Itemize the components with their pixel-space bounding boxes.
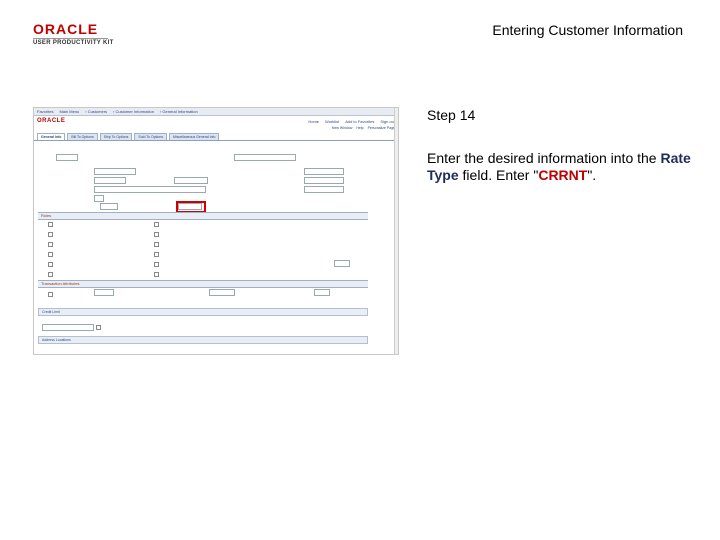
grid-title-addresses: Address Locations (42, 338, 71, 342)
form-row-consol-date (334, 260, 350, 267)
tab-sold-to-options[interactable]: Sold To Options (134, 133, 168, 140)
grid-row-credit (42, 324, 101, 331)
form-row-short (304, 186, 344, 193)
form-row-currency (100, 203, 118, 210)
screenshot-brand-bar: ORACLE Home Worklist Add to Favorites Si… (34, 116, 398, 126)
credit-field[interactable] (42, 324, 94, 331)
logo-product: USER PRODUCTIVITY KIT (33, 40, 114, 46)
role-checkbox-11[interactable] (154, 242, 159, 247)
credit-default-checkbox[interactable] (96, 325, 101, 330)
role-checkbox-9[interactable] (154, 222, 159, 227)
role-checkbox-6[interactable] (48, 272, 53, 277)
document-title: Entering Customer Information (492, 22, 683, 38)
form-row-setid (56, 154, 78, 161)
level-field[interactable] (304, 168, 344, 175)
attr3-field[interactable] (314, 289, 330, 296)
since-date-field[interactable] (94, 177, 126, 184)
role-checkbox-5[interactable] (48, 262, 53, 267)
role-checkbox-1[interactable] (48, 222, 53, 227)
name2-field[interactable] (94, 195, 104, 202)
section-transaction-attributes: Transaction Attributes (38, 280, 368, 288)
role-checkbox-13[interactable] (154, 262, 159, 267)
screenshot-tab-bar: General Info Bill To Options Ship To Opt… (34, 132, 398, 141)
form-row-status (94, 168, 136, 175)
consolidation-date-field[interactable] (334, 260, 350, 267)
role-checkbox-12[interactable] (154, 252, 159, 257)
form-row-attr1 (94, 289, 114, 296)
attr2-field[interactable] (209, 289, 235, 296)
section-roles: Roles (38, 212, 368, 220)
form-row-level (304, 168, 344, 175)
role-checkbox-4[interactable] (48, 252, 53, 257)
attr1-field[interactable] (94, 289, 114, 296)
logo-divider (33, 38, 108, 39)
type-field[interactable] (304, 177, 344, 184)
role-checkbox-14[interactable] (154, 272, 159, 277)
setid-field[interactable] (56, 154, 78, 161)
form-row-lookup (234, 154, 296, 161)
nav-link-favorites[interactable]: Add to Favorites (345, 119, 374, 124)
step-instructions: Enter the desired information into the R… (427, 150, 697, 184)
form-row-name2 (94, 195, 104, 202)
role-checkbox-2[interactable] (48, 232, 53, 237)
tab-general-info[interactable]: General Info (37, 133, 66, 140)
since2-field[interactable] (174, 177, 208, 184)
screenshot-scrollbar[interactable] (394, 108, 398, 354)
screenshot-nav-links: Home Worklist Add to Favorites Sign out (308, 119, 395, 124)
screenshot-oracle-logo: ORACLE (37, 118, 66, 124)
step-body-middle: field. Enter " (458, 167, 539, 183)
step-body-prefix: Enter the desired information into the (427, 150, 661, 166)
step-body-suffix: ". (587, 167, 597, 183)
logo-brand: ORACLE (33, 21, 99, 37)
nav-link-signout[interactable]: Sign out (380, 119, 395, 124)
currency-field[interactable] (100, 203, 118, 210)
tab-bill-to-options[interactable]: Bill To Options (67, 133, 98, 140)
tab-ship-to-options[interactable]: Ship To Options (99, 133, 133, 140)
step-title: Step 14 (427, 107, 476, 123)
step-value: CRRNT (538, 167, 588, 183)
oracle-upk-logo: ORACLE USER PRODUCTIVITY KIT (33, 22, 133, 46)
form-row-since2 (174, 177, 208, 184)
roles-right-column (154, 222, 159, 287)
grid-header-addresses: Address Locations (38, 336, 368, 344)
form-row-type (304, 177, 344, 184)
name-field[interactable] (94, 186, 206, 193)
status-field[interactable] (94, 168, 136, 175)
grid-header-credit-limit: Credit Limit (38, 308, 368, 316)
nav-link-worklist[interactable]: Worklist (325, 119, 339, 124)
nav-link-home[interactable]: Home (308, 119, 319, 124)
form-row-attr3 (314, 289, 330, 296)
lookup-field[interactable] (234, 154, 296, 161)
role-checkbox-8[interactable] (48, 292, 53, 297)
grid-title-credit-limit: Credit Limit (42, 310, 60, 314)
role-checkbox-10[interactable] (154, 232, 159, 237)
short-name-field[interactable] (304, 186, 344, 193)
role-checkbox-3[interactable] (48, 242, 53, 247)
application-screenshot: Favorites Main Menu › Customers › Customer … (33, 107, 399, 355)
screenshot-top-bar: Favorites Main Menu › Customers › Customer … (34, 108, 398, 116)
tab-misc-general-info[interactable]: Miscellaneous General Info (169, 133, 220, 140)
form-row-attr2 (209, 289, 235, 296)
form-row-since (94, 177, 126, 184)
form-row-name (94, 186, 206, 193)
